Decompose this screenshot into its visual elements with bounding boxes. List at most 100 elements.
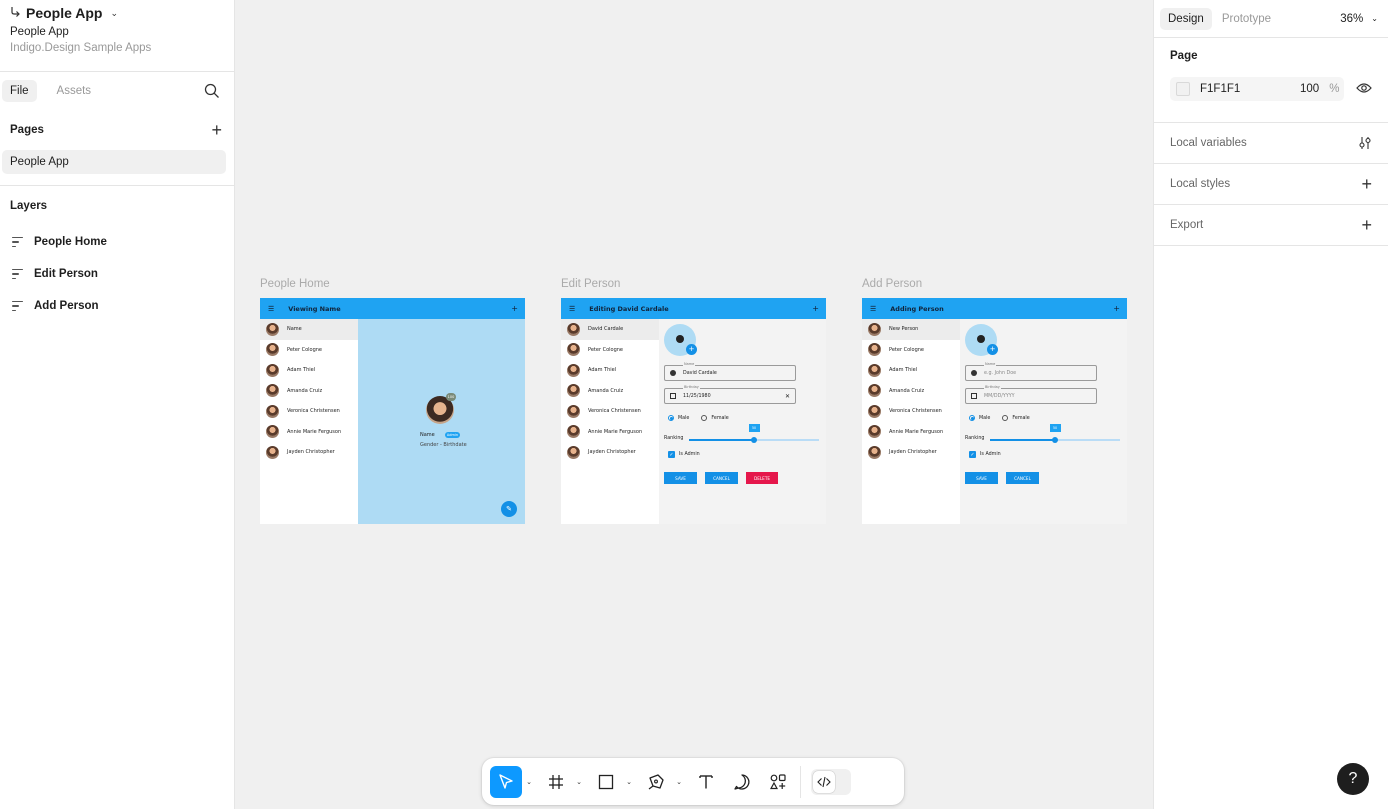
add-export-icon[interactable]: + [1361, 216, 1372, 234]
tab-assets[interactable]: Assets [49, 80, 100, 102]
female-label: Female [1012, 415, 1030, 421]
page-item[interactable]: People App [2, 150, 226, 174]
tab-prototype[interactable]: Prototype [1214, 8, 1279, 30]
avatar [567, 425, 580, 439]
list-item: Veronica Christensen [561, 401, 659, 422]
avatar [868, 322, 881, 336]
layer-people-home[interactable]: People Home [0, 226, 234, 258]
male-label: Male [678, 415, 690, 421]
people-list: New Person Peter Cologne Adam Thiel Aman… [862, 319, 960, 524]
radio-female [701, 415, 708, 421]
sliders-icon[interactable] [1358, 136, 1372, 150]
menu-icon: ☰ [569, 304, 576, 313]
list-item-label: Peter Cologne [889, 346, 925, 353]
bottom-toolbar: ⌄ ⌄ ⌄ ⌄ [482, 758, 904, 805]
zoom-dropdown[interactable]: 36% ⌄ [1340, 13, 1382, 25]
chevron-down-icon[interactable]: ⌄ [622, 778, 636, 786]
list-item-label: Veronica Christensen [588, 408, 641, 415]
frame-edit-person[interactable]: ☰ Editing David Cardale + David Cardale … [561, 298, 826, 524]
list-item: Peter Cologne [260, 340, 358, 361]
local-variables-section[interactable]: Local variables [1154, 123, 1388, 164]
right-sidebar: Design Prototype 36% ⌄ Page F1F1F1 100 %… [1153, 0, 1388, 809]
ranking-slider-fill [990, 439, 1055, 441]
list-item-label: Annie Marie Ferguson [889, 428, 944, 435]
layer-edit-person[interactable]: Edit Person [0, 258, 234, 290]
pages-label: Pages [10, 124, 44, 136]
local-variables-label: Local variables [1170, 137, 1247, 149]
frame-add-person[interactable]: ☰ Adding Person + New Person Peter Colog… [862, 298, 1127, 524]
color-opacity[interactable]: 100 [1300, 83, 1319, 95]
list-item: Name [260, 319, 358, 340]
people-list: David Cardale Peter Cologne Adam Thiel A… [561, 319, 659, 524]
tab-file[interactable]: File [2, 80, 37, 102]
avatar [266, 404, 279, 418]
comment-tool-icon[interactable] [726, 766, 758, 798]
avatar [868, 425, 881, 439]
admin-badge: Admin [445, 432, 460, 438]
file-name: People App [10, 26, 69, 38]
app-bar-title: Viewing Name [288, 304, 341, 313]
color-hex[interactable]: F1F1F1 [1200, 83, 1300, 95]
chevron-down-icon[interactable]: ⌄ [111, 8, 119, 19]
dev-mode-toggle[interactable] [811, 768, 851, 795]
chevron-down-icon: ⌄ [1371, 14, 1378, 23]
ranking-label: Ranking [664, 436, 684, 441]
add-page-icon[interactable]: + [211, 121, 222, 139]
page-label: Page [1170, 50, 1198, 62]
pages-header: Pages + [0, 110, 234, 150]
frame-people-home[interactable]: ☰ Viewing Name + Name Peter Cologne Adam… [260, 298, 525, 524]
help-button[interactable]: ? [1337, 763, 1369, 795]
list-item: Peter Cologne [862, 340, 960, 361]
calendar-icon [971, 393, 977, 399]
layer-add-person[interactable]: Add Person [0, 290, 234, 322]
list-item-label: Amanda Cruiz [588, 387, 624, 394]
gender-radios: Male Female [969, 415, 1030, 421]
list-item: Peter Cologne [561, 340, 659, 361]
rectangle-tool-icon[interactable] [590, 766, 622, 798]
list-item-label: Annie Marie Ferguson [287, 428, 342, 435]
frame-label-people-home[interactable]: People Home [260, 278, 330, 290]
name-label: Name [683, 362, 696, 366]
frame-label-add-person[interactable]: Add Person [862, 278, 922, 290]
tab-design[interactable]: Design [1160, 7, 1212, 30]
list-item-label: New Person [889, 326, 919, 333]
chevron-down-icon[interactable]: ⌄ [672, 778, 686, 786]
search-icon[interactable] [204, 83, 220, 99]
actions-icon[interactable] [762, 766, 794, 798]
ranking-tooltip: 50 [1049, 424, 1061, 432]
add-icon: + [812, 304, 819, 313]
frame-label-edit-person[interactable]: Edit Person [561, 278, 620, 290]
text-tool-icon[interactable] [690, 766, 722, 798]
ranking-slider-thumb [1052, 436, 1058, 443]
frame-tool-icon[interactable] [540, 766, 572, 798]
list-item: Veronica Christensen [862, 401, 960, 422]
project-title[interactable]: People App [26, 5, 103, 21]
move-tool-icon[interactable] [490, 765, 522, 798]
chevron-down-icon[interactable]: ⌄ [572, 778, 586, 786]
add-form: + Name e.g. John Doe Birthday MM/DD/YYYY… [960, 319, 1127, 524]
app-bar: ☰ Adding Person + [862, 298, 1127, 319]
page-color-field[interactable]: F1F1F1 100 % [1170, 77, 1344, 101]
add-photo-icon: + [686, 344, 697, 355]
export-section[interactable]: Export + [1154, 205, 1388, 246]
eye-icon[interactable] [1356, 82, 1372, 97]
color-swatch[interactable] [1176, 82, 1190, 96]
layer-label: People Home [34, 236, 107, 248]
chevron-down-icon[interactable]: ⌄ [522, 778, 536, 786]
checkbox-checked-icon: ✓ [668, 451, 675, 458]
layer-label: Edit Person [34, 268, 98, 280]
birthday-value: 11/25/1980 [683, 393, 711, 399]
list-item-label: Adam Thiel [588, 367, 617, 374]
list-item: Jayden Christopher [561, 442, 659, 463]
ranking-tooltip: 50 [748, 424, 760, 432]
project-title-row[interactable]: People App ⌄ [10, 5, 224, 21]
section-layer-icon [12, 236, 24, 248]
clear-icon: ✕ [784, 392, 790, 400]
list-item: Annie Marie Ferguson [862, 422, 960, 443]
list-item-label: Adam Thiel [889, 367, 918, 374]
pen-tool-icon[interactable] [640, 766, 672, 798]
birthday-field: Birthday MM/DD/YYYY [965, 385, 1097, 404]
local-styles-section[interactable]: Local styles + [1154, 164, 1388, 205]
add-style-icon[interactable]: + [1361, 175, 1372, 193]
avatar-badge: 100 [446, 393, 456, 401]
